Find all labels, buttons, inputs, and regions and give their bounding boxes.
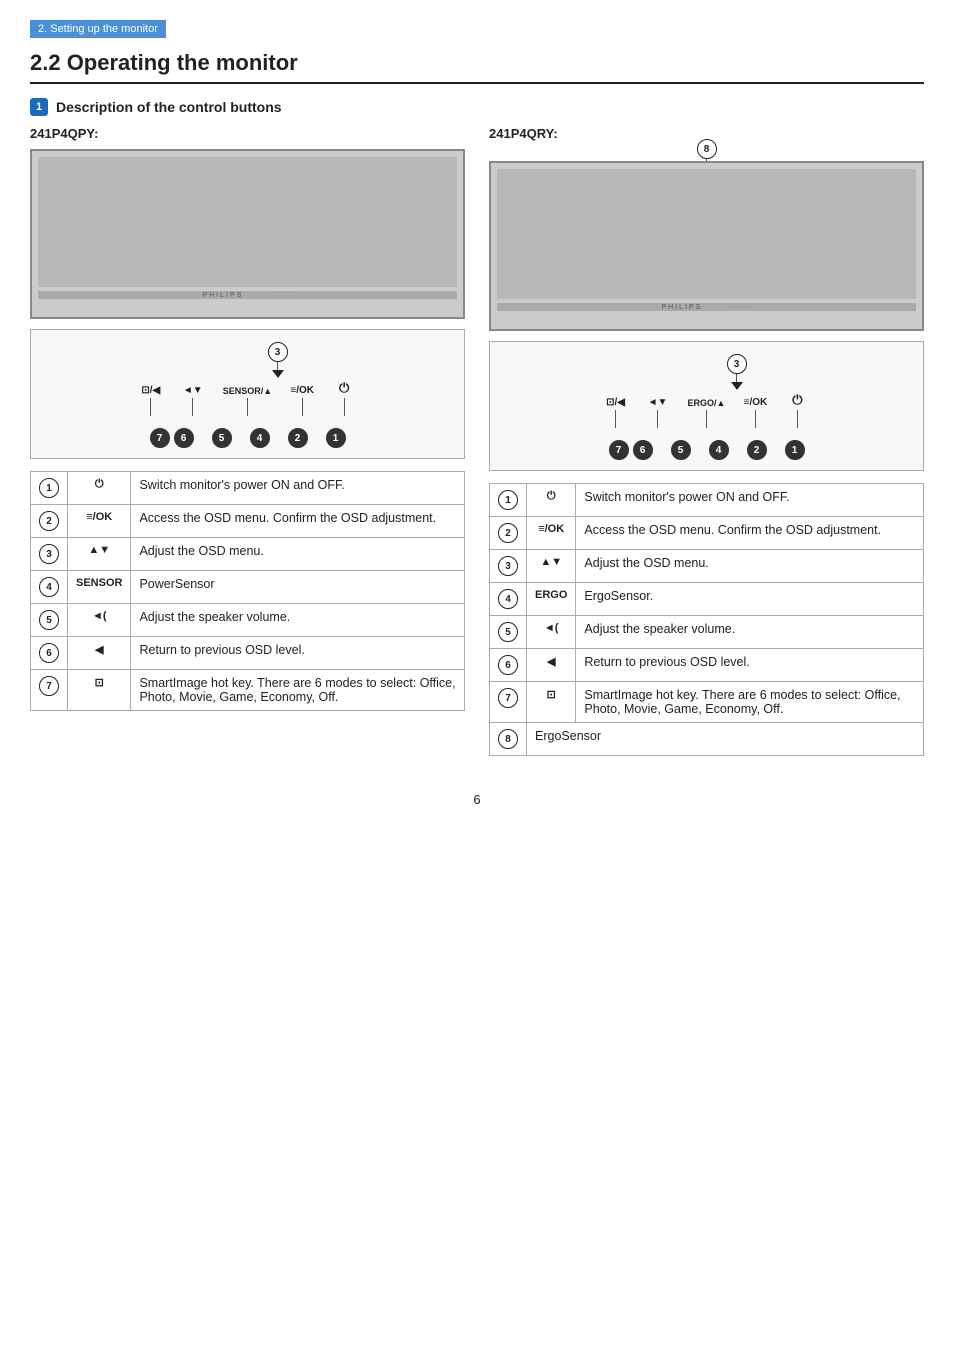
row-text: Access the OSD menu. Confirm the OSD adj… <box>131 505 465 538</box>
row-icon: ◄( <box>527 616 576 649</box>
table-row: 5 ◄( Adjust the speaker volume. <box>490 616 924 649</box>
row-icon: ERGO <box>527 583 576 616</box>
row-icon: ≡/OK <box>68 505 131 538</box>
row-num: 2 <box>490 517 527 550</box>
row-text: PowerSensor <box>131 571 465 604</box>
row-num: 1 <box>490 484 527 517</box>
table-row: 2 ≡/OK Access the OSD menu. Confirm the … <box>490 517 924 550</box>
right-monitor-illustration: PHILIPS □ □ □ <box>489 161 924 331</box>
subsection-badge: 1 <box>30 98 48 116</box>
right-info-table: 1 ⏻ Switch monitor's power ON and OFF. 2… <box>489 483 924 756</box>
row-text: Adjust the OSD menu. <box>131 538 465 571</box>
table-row: 7 ⊡ SmartImage hot key. There are 6 mode… <box>31 670 465 711</box>
left-column: 241P4QPY: PHILIPS □ □ □ 3 ⊡/◀ <box>30 126 465 772</box>
table-row: 3 ▲▼ Adjust the OSD menu. <box>490 550 924 583</box>
table-row: 6 ◀ Return to previous OSD level. <box>31 637 465 670</box>
right-button-diagram: 3 ⊡/◀ ◄▼ ERGO/▲ ≡/O <box>489 341 924 471</box>
row-num: 2 <box>31 505 68 538</box>
table-row: 3 ▲▼ Adjust the OSD menu. <box>31 538 465 571</box>
row-num: 4 <box>31 571 68 604</box>
row-num: 3 <box>490 550 527 583</box>
row-icon: ⏻ <box>527 484 576 517</box>
row-text: Return to previous OSD level. <box>576 649 924 682</box>
row-text: Return to previous OSD level. <box>131 637 465 670</box>
table-row: 7 ⊡ SmartImage hot key. There are 6 mode… <box>490 682 924 723</box>
row-num: 8 <box>490 723 527 756</box>
row-icon: ⊡ <box>68 670 131 711</box>
row-num: 7 <box>31 670 68 711</box>
row-num: 7 <box>490 682 527 723</box>
row-icon: ≡/OK <box>527 517 576 550</box>
page-number: 6 <box>30 792 924 807</box>
row-text: SmartImage hot key. There are 6 modes to… <box>131 670 465 711</box>
row-text: SmartImage hot key. There are 6 modes to… <box>576 682 924 723</box>
row-text: Access the OSD menu. Confirm the OSD adj… <box>576 517 924 550</box>
row-text: ErgoSensor <box>527 723 924 756</box>
row-text: Adjust the speaker volume. <box>131 604 465 637</box>
table-row: 4 ERGO ErgoSensor. <box>490 583 924 616</box>
row-icon: ◄( <box>68 604 131 637</box>
subsection-label: 1 Description of the control buttons <box>30 98 924 116</box>
row-text: Adjust the OSD menu. <box>576 550 924 583</box>
row-text: Switch monitor's power ON and OFF. <box>576 484 924 517</box>
row-num: 1 <box>31 472 68 505</box>
left-button-diagram: 3 ⊡/◀ ◄▼ SENSOR/▲ <box>30 329 465 459</box>
table-row: 1 ⏻ Switch monitor's power ON and OFF. <box>490 484 924 517</box>
subsection-text: Description of the control buttons <box>56 99 282 115</box>
table-row: 4 SENSOR PowerSensor <box>31 571 465 604</box>
row-icon: ◀ <box>527 649 576 682</box>
row-text: Adjust the speaker volume. <box>576 616 924 649</box>
section-title: 2.2 Operating the monitor <box>30 50 924 84</box>
top-bar: 2. Setting up the monitor <box>30 20 166 38</box>
row-num: 4 <box>490 583 527 616</box>
left-info-table: 1 ⏻ Switch monitor's power ON and OFF. 2… <box>30 471 465 711</box>
table-row: 2 ≡/OK Access the OSD menu. Confirm the … <box>31 505 465 538</box>
left-monitor-illustration: PHILIPS □ □ □ <box>30 149 465 319</box>
row-icon: ▲▼ <box>68 538 131 571</box>
row-num: 5 <box>490 616 527 649</box>
table-row: 1 ⏻ Switch monitor's power ON and OFF. <box>31 472 465 505</box>
row-icon: ⏻ <box>68 472 131 505</box>
row-icon: ▲▼ <box>527 550 576 583</box>
row-num: 6 <box>31 637 68 670</box>
row-icon: ◀ <box>68 637 131 670</box>
left-model-label: 241P4QPY: <box>30 126 465 141</box>
row-num: 6 <box>490 649 527 682</box>
row-icon: ⊡ <box>527 682 576 723</box>
right-column: 241P4QRY: 8 PHILIPS □ □ □ 3 <box>489 126 924 772</box>
row-icon: SENSOR <box>68 571 131 604</box>
topbar-label: 2. Setting up the monitor <box>38 23 158 35</box>
row-num: 5 <box>31 604 68 637</box>
table-row: 5 ◄( Adjust the speaker volume. <box>31 604 465 637</box>
table-row: 6 ◀ Return to previous OSD level. <box>490 649 924 682</box>
row-text: ErgoSensor. <box>576 583 924 616</box>
row-text: Switch monitor's power ON and OFF. <box>131 472 465 505</box>
table-row: 8 ErgoSensor <box>490 723 924 756</box>
row-num: 3 <box>31 538 68 571</box>
